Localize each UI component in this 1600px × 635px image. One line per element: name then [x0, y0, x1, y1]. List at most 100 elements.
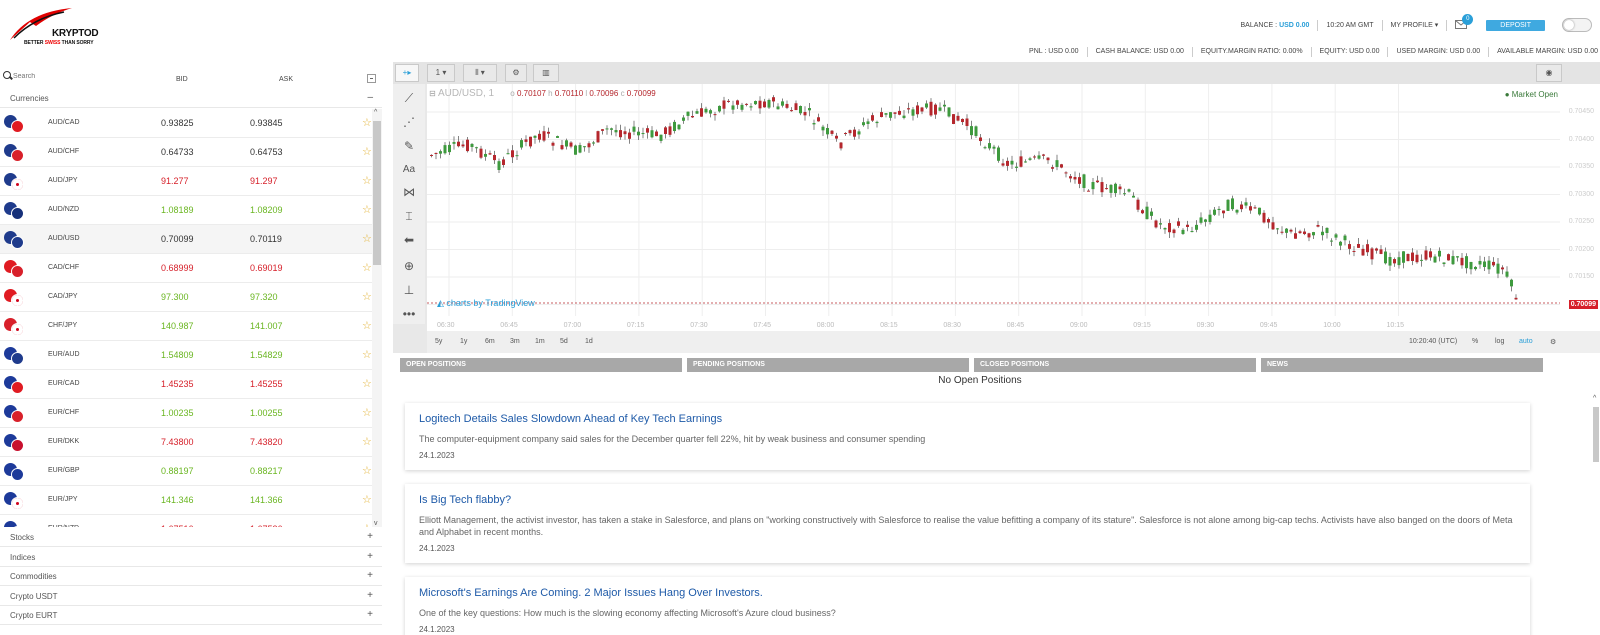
ask-price[interactable]: 141.007 [250, 321, 283, 331]
scroll-thumb[interactable] [373, 121, 381, 265]
favorite-star-icon[interactable]: ☆ [362, 522, 372, 527]
ask-price[interactable]: 0.64753 [250, 147, 283, 157]
bid-price[interactable]: 1.00235 [161, 408, 194, 418]
interval-select[interactable]: 1 ▾ [427, 64, 455, 82]
bid-price[interactable]: 91.277 [161, 176, 189, 186]
news-title[interactable]: Logitech Details Sales Slowdown Ahead of… [419, 413, 1516, 425]
collapse-all-icon[interactable] [367, 74, 376, 83]
news-title[interactable]: Is Big Tech flabby? [419, 494, 1516, 506]
range-button-1m[interactable]: 1m [535, 338, 545, 345]
zoom-icon[interactable]: ⊕ [398, 256, 420, 276]
range-button-1y[interactable]: 1y [460, 338, 467, 345]
ask-price[interactable]: 7.43820 [250, 437, 283, 447]
search-input[interactable] [13, 69, 133, 83]
range-button-6m[interactable]: 6m [485, 338, 495, 345]
bid-price[interactable]: 0.93825 [161, 118, 194, 128]
currency-row[interactable]: EUR/CAD 1.45235 1.45255 ☆ [0, 370, 372, 399]
favorite-star-icon[interactable]: ☆ [362, 145, 372, 158]
bid-price[interactable]: 0.68999 [161, 263, 194, 273]
crosshair-icon[interactable]: +▸ [395, 64, 419, 82]
bid-price[interactable]: 1.08189 [161, 205, 194, 215]
bid-price[interactable]: 97.300 [161, 292, 189, 302]
currency-row[interactable]: CAD/JPY 97.300 97.320 ☆ [0, 283, 372, 312]
group-stocks[interactable]: Stocks + [0, 528, 382, 547]
favorite-star-icon[interactable]: ☆ [362, 377, 372, 390]
news-scrollbar[interactable]: ^ [1592, 395, 1600, 635]
bid-price[interactable]: 140.987 [161, 321, 194, 331]
currency-row[interactable]: EUR/AUD 1.54809 1.54829 ☆ [0, 341, 372, 370]
range-button-5y[interactable]: 5y [435, 338, 442, 345]
bid-price[interactable]: 1.54809 [161, 350, 194, 360]
favorite-star-icon[interactable]: ☆ [362, 348, 372, 361]
favorite-star-icon[interactable]: ☆ [362, 435, 372, 448]
chart-plot[interactable]: ⊟ AUD/USD, 1 o 0.70107 h 0.70110 l 0.700… [427, 84, 1600, 331]
list-scrollbar[interactable]: ^ v [372, 109, 382, 527]
favorite-star-icon[interactable]: ☆ [362, 116, 372, 129]
ask-price[interactable]: 0.88217 [250, 466, 283, 476]
tab-closed-positions[interactable]: CLOSED POSITIONS [974, 358, 1256, 372]
favorite-star-icon[interactable]: ☆ [362, 174, 372, 187]
ask-price[interactable]: 0.93845 [250, 118, 283, 128]
bid-price[interactable]: 1.67516 [161, 524, 194, 527]
ask-price[interactable]: 91.297 [250, 176, 278, 186]
news-card[interactable]: Logitech Details Sales Slowdown Ahead of… [405, 403, 1530, 470]
gear-icon[interactable]: ⚙ [505, 64, 527, 82]
ask-price[interactable]: 141.366 [250, 495, 283, 505]
ask-price[interactable]: 1.67536 [250, 524, 283, 527]
indicators-icon[interactable]: ▥ [533, 64, 559, 82]
bid-price[interactable]: 0.70099 [161, 234, 194, 244]
range-button-5d[interactable]: 5d [560, 338, 568, 345]
range-button-3m[interactable]: 3m [510, 338, 520, 345]
group-currencies[interactable]: Currencies – [0, 89, 382, 108]
tab-news[interactable]: NEWS [1261, 358, 1543, 372]
ask-price[interactable]: 97.320 [250, 292, 278, 302]
log-toggle[interactable]: log [1495, 338, 1504, 345]
brand-logo[interactable]: KRYPTOD BETTER SWISS THAN SORRY [8, 6, 99, 46]
currency-row[interactable]: EUR/GBP 0.88197 0.88217 ☆ [0, 457, 372, 486]
trend-line-icon[interactable]: ⟋ [398, 88, 420, 108]
currency-row[interactable]: AUD/USD 0.70099 0.70119 ☆ [0, 225, 372, 254]
my-profile-menu[interactable]: MY PROFILE ▾ [1391, 21, 1439, 29]
currency-row[interactable]: AUD/JPY 91.277 91.297 ☆ [0, 167, 372, 196]
group-crypto-eurt[interactable]: Crypto EURT + [0, 606, 382, 625]
news-scroll-up-icon[interactable]: ^ [1593, 395, 1596, 402]
tradingview-credit[interactable]: ◭ charts by TradingView [437, 298, 535, 309]
scroll-down-icon[interactable]: v [374, 520, 378, 527]
bid-price[interactable]: 0.64733 [161, 147, 194, 157]
range-button-1d[interactable]: 1d [585, 338, 593, 345]
group-crypto-usdt[interactable]: Crypto USDT + [0, 587, 382, 606]
bid-price[interactable]: 1.45235 [161, 379, 194, 389]
theme-toggle[interactable] [1562, 18, 1592, 32]
fib-icon[interactable]: ⋰ [398, 112, 420, 132]
favorite-star-icon[interactable]: ☆ [362, 232, 372, 245]
group-indices[interactable]: Indices + [0, 548, 382, 567]
scroll-up-icon[interactable]: ^ [374, 109, 377, 116]
favorite-star-icon[interactable]: ☆ [362, 493, 372, 506]
ask-price[interactable]: 0.69019 [250, 263, 283, 273]
favorite-star-icon[interactable]: ☆ [362, 464, 372, 477]
favorite-star-icon[interactable]: ☆ [362, 261, 372, 274]
news-scroll-thumb[interactable] [1593, 407, 1599, 462]
ask-price[interactable]: 1.00255 [250, 408, 283, 418]
mail-icon[interactable]: 0 [1455, 14, 1474, 30]
bid-price[interactable]: 7.43800 [161, 437, 194, 447]
currency-row[interactable]: EUR/DKK 7.43800 7.43820 ☆ [0, 428, 372, 457]
news-card[interactable]: Microsoft's Earnings Are Coming. 2 Major… [405, 577, 1530, 635]
ask-price[interactable]: 1.45255 [250, 379, 283, 389]
favorite-star-icon[interactable]: ☆ [362, 406, 372, 419]
percent-toggle[interactable]: % [1472, 338, 1478, 345]
currency-row[interactable]: AUD/NZD 1.08189 1.08209 ☆ [0, 196, 372, 225]
deposit-button[interactable]: DEPOSIT [1486, 19, 1545, 31]
bid-price[interactable]: 141.346 [161, 495, 194, 505]
auto-toggle[interactable]: auto [1519, 338, 1533, 345]
favorite-star-icon[interactable]: ☆ [362, 290, 372, 303]
back-arrow-icon[interactable]: ⬅ [398, 230, 420, 250]
favorite-star-icon[interactable]: ☆ [362, 319, 372, 332]
currency-row[interactable]: CHF/JPY 140.987 141.007 ☆ [0, 312, 372, 341]
favorite-star-icon[interactable]: ☆ [362, 203, 372, 216]
pattern-icon[interactable]: ⋈ [398, 182, 420, 202]
bid-price[interactable]: 0.88197 [161, 466, 194, 476]
more-icon[interactable]: ••• [398, 304, 420, 324]
text-icon[interactable]: Aa [398, 160, 420, 180]
tab-pending-positions[interactable]: PENDING POSITIONS [687, 358, 969, 372]
